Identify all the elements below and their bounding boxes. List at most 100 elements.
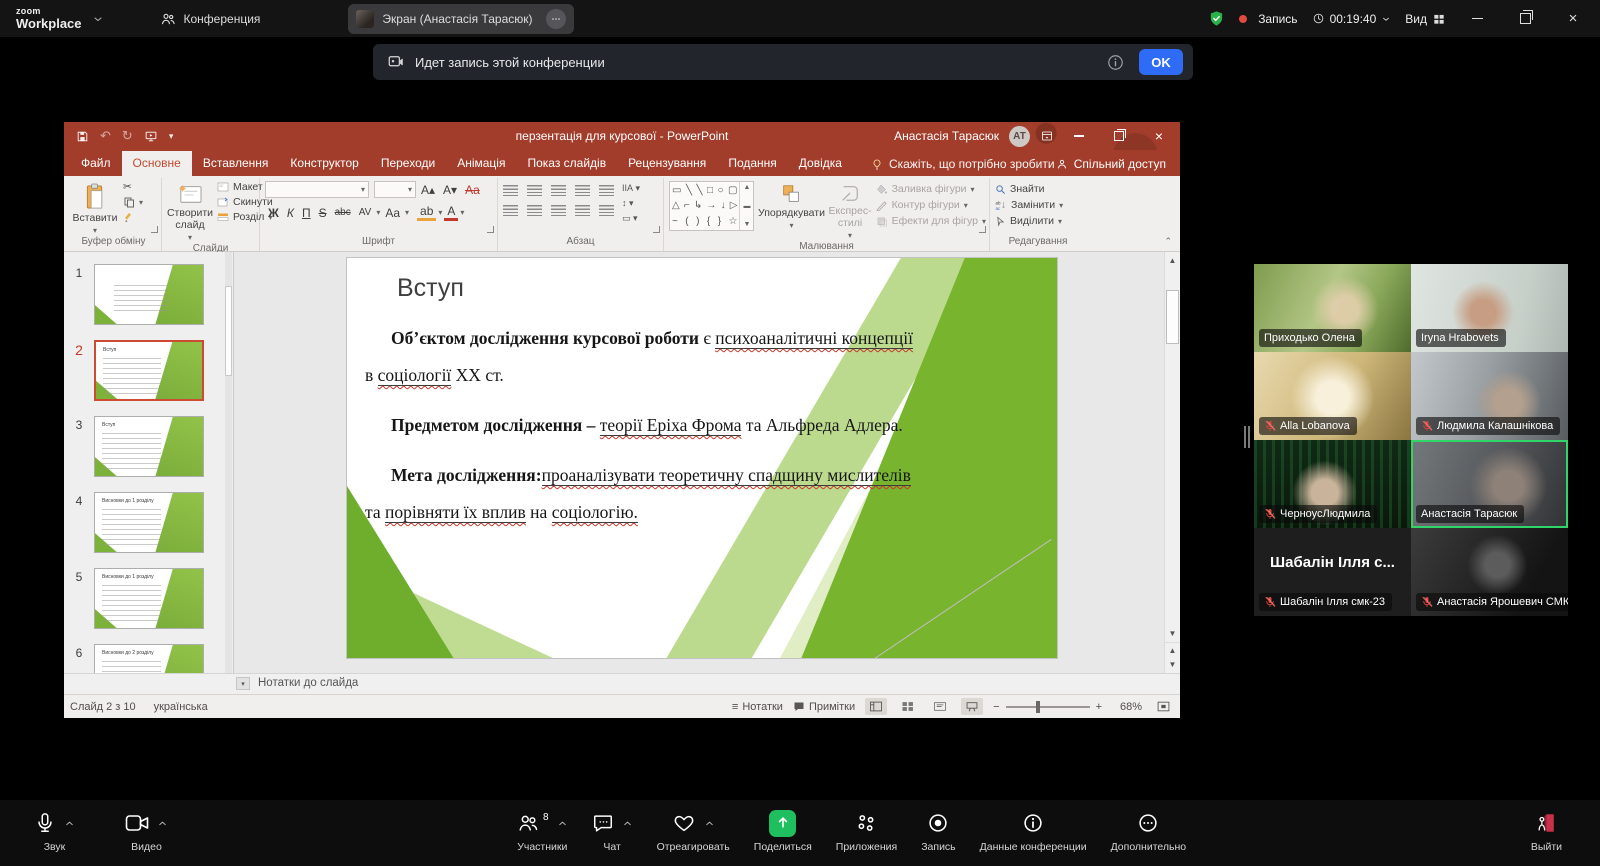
chevron-up-icon[interactable]: [622, 818, 633, 829]
bold-button[interactable]: Ж: [265, 206, 282, 220]
share-access-button[interactable]: Спільний доступ: [1056, 157, 1166, 171]
numbering-icon[interactable]: [527, 185, 542, 196]
line-spacing-icon[interactable]: [599, 185, 614, 196]
recording-indicator[interactable]: Запись: [1239, 12, 1297, 26]
cut-button[interactable]: ✂: [123, 181, 143, 193]
char-spacing-button[interactable]: AV: [356, 207, 375, 218]
start-slideshow-icon[interactable]: [144, 130, 158, 143]
reading-view-button[interactable]: [929, 698, 951, 715]
scroll-thumb[interactable]: [1166, 290, 1179, 344]
zoom-slider[interactable]: [1006, 706, 1090, 708]
justify-icon[interactable]: [575, 205, 590, 216]
participant-tile-1[interactable]: Iryna Hrabovets: [1411, 264, 1568, 352]
zoom-in-button[interactable]: +: [1096, 701, 1102, 713]
align-center-icon[interactable]: [527, 205, 542, 216]
redo-icon[interactable]: ↻: [122, 128, 133, 144]
ppt-tab-9[interactable]: Довідка: [788, 151, 853, 176]
thumbnail-item-3[interactable]: 3Вступ: [64, 416, 233, 477]
screen-share-tab[interactable]: Экран (Анастасія Тарасюк): [348, 4, 574, 34]
chevron-up-icon[interactable]: [704, 818, 715, 829]
underline-button[interactable]: П: [299, 206, 314, 220]
shapes-scroll[interactable]: ▲▬▼: [739, 182, 753, 230]
quick-styles-button[interactable]: Експрес-стилі ▾: [828, 181, 871, 240]
scroll-down-icon[interactable]: ▼: [1165, 626, 1180, 640]
ppt-tab-7[interactable]: Рецензування: [617, 151, 717, 176]
workspace-chevron-icon[interactable]: [92, 13, 104, 25]
participant-tile-2[interactable]: Alla Lobanova: [1254, 352, 1411, 440]
shape-fill-button[interactable]: Заливка фігури▾: [876, 183, 986, 195]
align-text-button[interactable]: ↕ ▾: [622, 198, 640, 209]
thumbnail-item-6[interactable]: 6Висновки до 2 розділу: [64, 644, 233, 673]
clipboard-dialog-launcher[interactable]: [151, 226, 158, 233]
columns-icon[interactable]: [599, 205, 614, 216]
customize-qat-icon[interactable]: ▾: [169, 131, 174, 142]
replace-button[interactable]: abac Замінити▾: [995, 199, 1063, 211]
zoom-slider-thumb[interactable]: [1036, 701, 1040, 713]
arrange-button[interactable]: Упорядкувати ▾: [758, 181, 824, 240]
ppt-tab-5[interactable]: Анімація: [446, 151, 516, 176]
panel-drag-handle[interactable]: [1244, 426, 1252, 448]
smartart-button[interactable]: ▭ ▾: [622, 213, 640, 224]
toolbar-button-more[interactable]: Дополнительно: [1099, 808, 1199, 853]
thumbnail-item-4[interactable]: 4Висновки до 1 розділу: [64, 492, 233, 553]
ppt-close-button[interactable]: ×: [1144, 124, 1174, 148]
chevron-up-icon[interactable]: [64, 818, 75, 829]
paste-button[interactable]: Вставити ▾: [71, 181, 119, 235]
slideshow-view-button[interactable]: [961, 698, 983, 715]
comments-toggle-button[interactable]: Примітки: [793, 701, 855, 713]
abc-button[interactable]: abc: [332, 207, 354, 218]
participant-tile-7[interactable]: Анастасія Ярошевич СМК.: [1411, 528, 1568, 616]
thumbnail-slide[interactable]: Вступ: [94, 340, 204, 401]
ppt-tab-0[interactable]: Файл: [70, 151, 122, 176]
editor-scrollbar[interactable]: ▲ ▼ ▲ ▼: [1164, 252, 1180, 673]
thumbnail-slide[interactable]: Висновки до 1 розділу: [94, 568, 204, 629]
ppt-minimize-button[interactable]: [1064, 124, 1094, 148]
toolbar-button-chat[interactable]: Чат: [580, 808, 645, 853]
banner-ok-button[interactable]: OK: [1139, 49, 1183, 75]
drawing-dialog-launcher[interactable]: [979, 226, 986, 233]
grow-font-button[interactable]: A▴: [418, 183, 438, 197]
thumbnail-slide[interactable]: Висновки до 1 розділу: [94, 492, 204, 553]
thumbnail-slide[interactable]: [94, 264, 204, 325]
window-restore-button[interactable]: [1508, 6, 1542, 32]
change-case-button[interactable]: Aa: [382, 206, 403, 220]
font-color-button[interactable]: А: [444, 204, 458, 221]
toolbar-button-apps[interactable]: Приложения: [824, 808, 909, 853]
fit-to-window-button[interactable]: [1152, 698, 1174, 715]
participant-tile-6[interactable]: Шабалін Ілля с...Шабалін Ілля смк-23: [1254, 528, 1411, 616]
tell-me-box[interactable]: Скажіть, що потрібно зробити: [871, 157, 1055, 171]
chevron-up-icon[interactable]: [557, 818, 568, 829]
user-avatar[interactable]: АТ: [1009, 126, 1030, 147]
ppt-user-name[interactable]: Анастасія Тарасюк: [894, 129, 999, 143]
slide-canvas[interactable]: Вступ Об’єктом дослідження курсової робо…: [347, 258, 1057, 658]
bullets-icon[interactable]: [503, 185, 518, 196]
participant-tile-0[interactable]: Приходько Олена: [1254, 264, 1411, 352]
toolbar-button-share[interactable]: Поделиться: [742, 808, 824, 853]
save-icon[interactable]: [76, 130, 89, 143]
highlight-button[interactable]: ab: [417, 204, 436, 221]
ppt-tab-3[interactable]: Конструктор: [279, 151, 369, 176]
thumbnail-scroll-thumb[interactable]: [225, 286, 232, 376]
align-left-icon[interactable]: [503, 205, 518, 216]
thumbnail-panel[interactable]: 12Вступ3Вступ4Висновки до 1 розділу5Висн…: [64, 252, 234, 673]
view-button[interactable]: Вид: [1405, 12, 1446, 26]
select-button[interactable]: Виділити▾: [995, 215, 1063, 227]
italic-button[interactable]: К: [284, 206, 297, 220]
thumbnail-slide[interactable]: Вступ: [94, 416, 204, 477]
ppt-tab-8[interactable]: Подання: [717, 151, 787, 176]
tab-options-button[interactable]: [546, 9, 566, 29]
clear-format-button[interactable]: Aa: [462, 183, 483, 197]
participant-tile-3[interactable]: Людмила Калашнікова: [1411, 352, 1568, 440]
font-name-select[interactable]: ▾: [265, 181, 369, 198]
info-circle-icon[interactable]: [1106, 53, 1125, 72]
align-right-icon[interactable]: [551, 205, 566, 216]
notes-collapse-button[interactable]: ▾: [236, 677, 250, 690]
toolbar-button-participants[interactable]: 8Участники: [505, 808, 580, 853]
ppt-restore-button[interactable]: [1104, 124, 1134, 148]
strikethrough-button[interactable]: S: [316, 206, 330, 220]
shapes-gallery[interactable]: ▭╲╲□○▢ △⌐↳→↓▷ ~(){}☆ ▲▬▼: [669, 181, 754, 231]
text-direction-button[interactable]: ІІА ▾: [622, 183, 640, 194]
ppt-tab-6[interactable]: Показ слайдів: [516, 151, 617, 176]
copy-button[interactable]: ▾: [123, 196, 143, 208]
thumbnail-item-1[interactable]: 1: [64, 264, 233, 325]
